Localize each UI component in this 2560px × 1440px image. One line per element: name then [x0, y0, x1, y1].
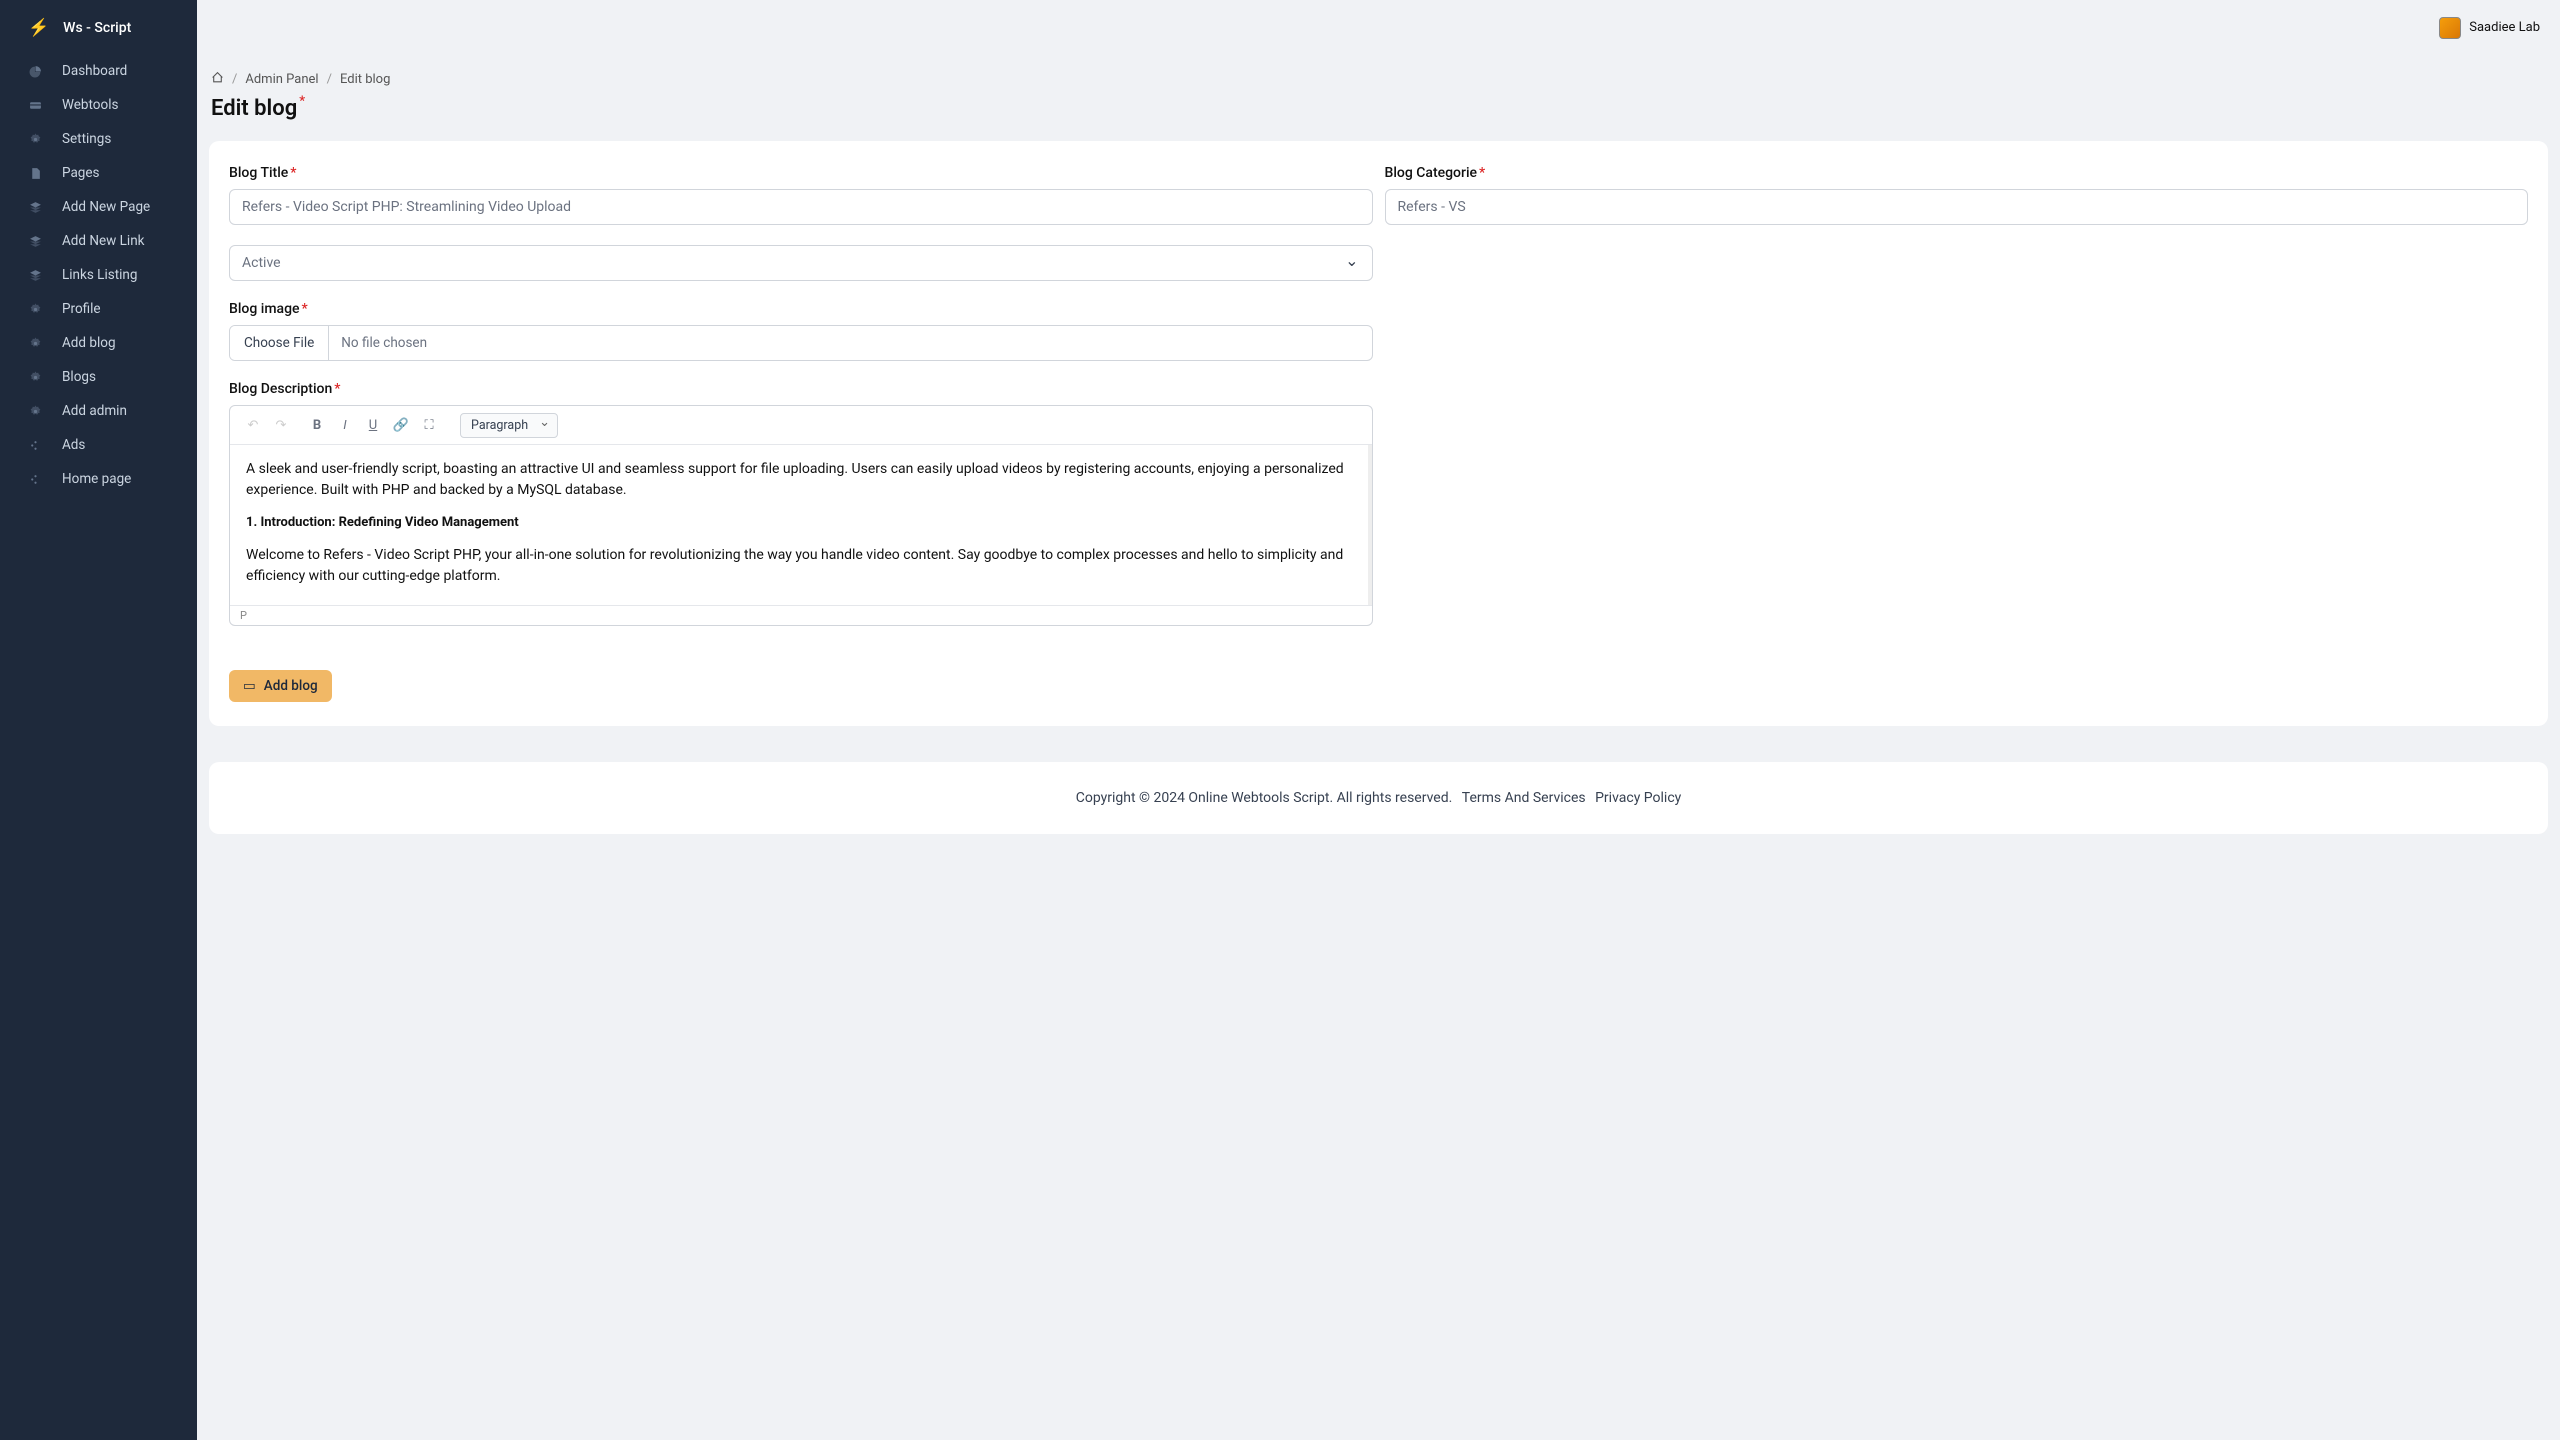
avatar [2439, 17, 2461, 39]
bolt-icon: ⚡ [28, 18, 49, 38]
link-button[interactable]: 🔗 [388, 412, 414, 438]
dots-icon [28, 472, 42, 486]
sidebar-item-label: Blogs [62, 369, 96, 385]
desc-label: Blog Description* [229, 381, 1373, 397]
editor-status: P [230, 605, 1372, 625]
layers-icon [28, 200, 42, 214]
category-label: Blog Categorie* [1385, 165, 2529, 181]
dots-icon [28, 438, 42, 452]
card-icon [28, 98, 42, 112]
sidebar-item-label: Add New Page [62, 199, 150, 215]
privacy-link[interactable]: Privacy Policy [1595, 790, 1681, 806]
terms-link[interactable]: Terms And Services [1462, 790, 1586, 806]
sidebar-item-label: Webtools [62, 97, 118, 113]
sidebar-item-settings[interactable]: Settings [0, 122, 197, 156]
choose-file-button[interactable]: Choose File [230, 326, 329, 360]
italic-button[interactable]: I [332, 412, 358, 438]
sidebar-item-label: Settings [62, 131, 111, 147]
sidebar-item-links-listing[interactable]: Links Listing [0, 258, 197, 292]
sidebar-item-label: Add admin [62, 403, 127, 419]
pie-icon [28, 64, 42, 78]
gear-icon [28, 370, 42, 384]
add-blog-button[interactable]: ▭ Add blog [229, 670, 332, 702]
doc-icon [28, 166, 42, 180]
layers-icon [28, 234, 42, 248]
user-menu[interactable]: Saadiee Lab [2439, 17, 2540, 39]
sidebar-item-label: Add New Link [62, 233, 145, 249]
sidebar-item-label: Dashboard [62, 63, 127, 79]
redo-button[interactable]: ↷ [268, 412, 294, 438]
sidebar: ⚡ Ws - Script Dashboard Webtools Settings P… [0, 0, 197, 1440]
sidebar-item-label: Home page [62, 471, 131, 487]
sidebar-item-add-new-page[interactable]: Add New Page [0, 190, 197, 224]
sidebar-item-home-page[interactable]: Home page [0, 462, 197, 496]
rich-editor: ↶ ↷ B I U 🔗 ⛶ Paragraph [229, 405, 1373, 626]
sidebar-item-profile[interactable]: Profile [0, 292, 197, 326]
status-select[interactable]: Active [229, 245, 1373, 281]
sidebar-item-dashboard[interactable]: Dashboard [0, 54, 197, 88]
sidebar-item-add-admin[interactable]: Add admin [0, 394, 197, 428]
title-label: Blog Title* [229, 165, 1373, 181]
editor-paragraph: A sleek and user-friendly script, boasti… [246, 459, 1352, 501]
sidebar-item-ads[interactable]: Ads [0, 428, 197, 462]
file-status: No file chosen [329, 326, 1371, 360]
underline-button[interactable]: U [360, 412, 386, 438]
breadcrumb-sep: / [327, 72, 332, 87]
format-select[interactable]: Paragraph [460, 413, 558, 438]
sidebar-item-label: Links Listing [62, 267, 137, 283]
sidebar-item-pages[interactable]: Pages [0, 156, 197, 190]
undo-button[interactable]: ↶ [240, 412, 266, 438]
gear-icon [28, 336, 42, 350]
breadcrumb-admin[interactable]: Admin Panel [245, 72, 318, 87]
form-card: Blog Title* Blog Categorie* Active Blog [209, 141, 2548, 726]
home-icon[interactable] [211, 71, 224, 88]
sidebar-item-label: Ads [62, 437, 85, 453]
sidebar-item-label: Add blog [62, 335, 116, 351]
sidebar-item-add-blog[interactable]: Add blog [0, 326, 197, 360]
save-icon: ▭ [243, 678, 256, 694]
sidebar-item-label: Profile [62, 301, 101, 317]
title-input[interactable] [229, 189, 1373, 225]
sidebar-item-blogs[interactable]: Blogs [0, 360, 197, 394]
content: / Admin Panel / Edit blog Edit blog* Blo… [197, 55, 2560, 890]
sidebar-item-webtools[interactable]: Webtools [0, 88, 197, 122]
sidebar-item-label: Pages [62, 165, 100, 181]
topbar: Saadiee Lab [197, 0, 2560, 55]
breadcrumb-current: Edit blog [340, 72, 390, 87]
editor-body[interactable]: A sleek and user-friendly script, boasti… [230, 445, 1372, 605]
main: Saadiee Lab / Admin Panel / Edit blog Ed… [197, 0, 2560, 1440]
breadcrumb: / Admin Panel / Edit blog [209, 55, 2548, 92]
page-title: Edit blog* [209, 92, 307, 141]
fullscreen-button[interactable]: ⛶ [416, 412, 442, 438]
sidebar-item-add-new-link[interactable]: Add New Link [0, 224, 197, 258]
image-label: Blog image* [229, 301, 1373, 317]
footer-copy: Copyright © 2024 Online Webtools Script.… [1076, 790, 1453, 806]
brand: ⚡ Ws - Script [0, 18, 197, 54]
layers-icon [28, 268, 42, 282]
user-name: Saadiee Lab [2469, 20, 2540, 35]
gear-icon [28, 302, 42, 316]
footer: Copyright © 2024 Online Webtools Script.… [209, 762, 2548, 834]
nav-list: Dashboard Webtools Settings Pages Add New Pa… [0, 54, 197, 496]
category-input[interactable] [1385, 189, 2529, 225]
gear-icon [28, 132, 42, 146]
file-input[interactable]: Choose File No file chosen [229, 325, 1373, 361]
editor-paragraph: Welcome to Refers - Video Script PHP, yo… [246, 545, 1352, 587]
gear-icon [28, 404, 42, 418]
editor-heading: 1. Introduction: Redefining Video Manage… [246, 513, 1352, 533]
editor-toolbar: ↶ ↷ B I U 🔗 ⛶ Paragraph [230, 406, 1372, 445]
bold-button[interactable]: B [304, 412, 330, 438]
brand-text: Ws - Script [63, 20, 131, 36]
breadcrumb-sep: / [232, 72, 237, 87]
